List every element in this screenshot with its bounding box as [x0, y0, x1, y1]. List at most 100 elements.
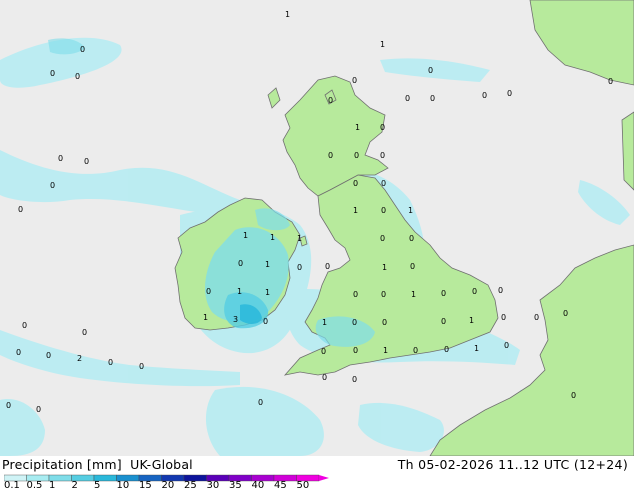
map-value-label: 0: [108, 358, 113, 367]
map-value-label: 0: [297, 263, 302, 272]
map-value-label: 0: [50, 181, 55, 190]
colorbar-tick-label: 20: [161, 480, 175, 491]
map-value-label: 0: [571, 391, 576, 400]
map-value-label: 0: [441, 289, 446, 298]
map-value-label: 0: [353, 346, 358, 355]
map-value-label: 0: [206, 287, 211, 296]
colorbar-tick-label: 50: [296, 480, 310, 491]
map-value-label: 0: [353, 179, 358, 188]
colorbar-arrow: [319, 475, 329, 481]
map-value-label: 0: [501, 313, 506, 322]
map-value-label: 1: [383, 346, 388, 355]
map-value-label: 0: [504, 341, 509, 350]
colorbar-tick-label: 35: [229, 480, 242, 491]
map-value-label: 1: [297, 234, 302, 243]
map-value-label: 0: [139, 362, 144, 371]
map-value-label: 1: [265, 288, 270, 297]
map-value-label: 0: [563, 309, 568, 318]
map-value-label: 0: [352, 375, 357, 384]
map-value-label: 0: [58, 154, 63, 163]
map-value-label: 0: [428, 66, 433, 75]
map-value-label: 0: [498, 286, 503, 295]
model-label: UK-Global: [130, 457, 193, 472]
map-value-label: 0: [263, 317, 268, 326]
map-value-label: 0: [325, 262, 330, 271]
colorbar-tick-label: 25: [184, 480, 197, 491]
map-value-label: 1: [322, 318, 327, 327]
chart-title: Precipitation [mm] UK-Global: [2, 457, 193, 472]
map-value-label: 1: [353, 206, 358, 215]
map-value-label: 0: [321, 347, 326, 356]
map-value-label: 0: [50, 69, 55, 78]
map-value-label: 0: [381, 290, 386, 299]
map-value-label: 0: [382, 318, 387, 327]
map-value-label: 0: [410, 262, 415, 271]
map-value-label: 0: [22, 321, 27, 330]
map-value-label: 1: [408, 206, 413, 215]
map-value-label: 0: [352, 318, 357, 327]
map-value-label: 0: [258, 398, 263, 407]
map-value-label: 0: [328, 151, 333, 160]
map-value-label: 1: [382, 263, 387, 272]
map-value-label: 0: [322, 373, 327, 382]
map-value-label: 1: [411, 290, 416, 299]
colorbar-tick-label: 5: [94, 480, 101, 491]
map-value-label: 0: [409, 234, 414, 243]
map-value-label: 0: [534, 313, 539, 322]
norway-coast: [621, 111, 634, 191]
map-value-label: 1: [203, 313, 208, 322]
map-value-label: 2: [77, 354, 82, 363]
colorbar-tick-label: 40: [251, 480, 265, 491]
map-value-label: 0: [238, 259, 243, 268]
colorbar-tick-label: 15: [139, 480, 152, 491]
map-value-label: 0: [381, 206, 386, 215]
map-value-label: 0: [46, 351, 51, 360]
map-value-label: 0: [608, 77, 613, 86]
map-value-label: 0: [430, 94, 435, 103]
map-value-label: 0: [80, 45, 85, 54]
colorbar-tick-label: 1: [49, 480, 56, 491]
map-value-label: 0: [472, 287, 477, 296]
map-value-label: 0: [6, 401, 11, 410]
precip-label: Precipitation [mm]: [2, 457, 122, 472]
map-value-label: 0: [381, 179, 386, 188]
map-value-label: 0: [82, 328, 87, 337]
map-value-label: 0: [507, 89, 512, 98]
map-value-label: 0: [441, 317, 446, 326]
footer: Precipitation [mm] UK-Global Th 05-02-20…: [0, 456, 634, 491]
map-value-label: 0: [482, 91, 487, 100]
map-value-label: 0: [75, 72, 80, 81]
colorbar-tick-label: 0.1: [4, 480, 20, 491]
valid-datetime: Th 05-02-2026 11..12 UTC (12+24): [397, 457, 628, 472]
colorbar-tick-label: 45: [274, 480, 287, 491]
map-value-label: 0: [405, 94, 410, 103]
map-value-label: 1: [474, 344, 479, 353]
colorbar-tick-label: 0.5: [26, 480, 43, 491]
map-value-label: 1: [469, 316, 474, 325]
map-value-label: 0: [380, 123, 385, 132]
map-value-label: 3: [233, 315, 238, 324]
colorbar-tick-label: 2: [71, 480, 78, 491]
map-value-label: 0: [84, 157, 89, 166]
precipitation-map: 1 1 0 0 0 0 0 0 0 0 0 0 0 1 0 0 0 0 0 0 …: [0, 0, 634, 456]
map-value-label: 0: [352, 76, 357, 85]
map-value-label: 0: [380, 151, 385, 160]
map-value-label: 0: [18, 205, 23, 214]
map-value-label: 1: [355, 123, 360, 132]
map-value-label: 1: [265, 260, 270, 269]
map-value-label: 1: [380, 40, 385, 49]
map-value-label: 0: [36, 405, 41, 414]
map-value-label: 0: [380, 234, 385, 243]
colorbar-tick-label: 30: [206, 480, 220, 491]
map-value-label: 1: [237, 287, 242, 296]
map-value-label: 0: [444, 345, 449, 354]
map-value-label: 0: [328, 96, 333, 105]
map-value-label: 1: [243, 231, 248, 240]
map-value-label: 0: [354, 151, 359, 160]
map-value-label: 0: [413, 346, 418, 355]
map-value-label: 0: [353, 290, 358, 299]
map-value-label: 1: [285, 10, 290, 19]
map-value-label: 1: [270, 233, 275, 242]
map-value-label: 0: [16, 348, 21, 357]
colorbar-tick-label: 10: [116, 480, 130, 491]
